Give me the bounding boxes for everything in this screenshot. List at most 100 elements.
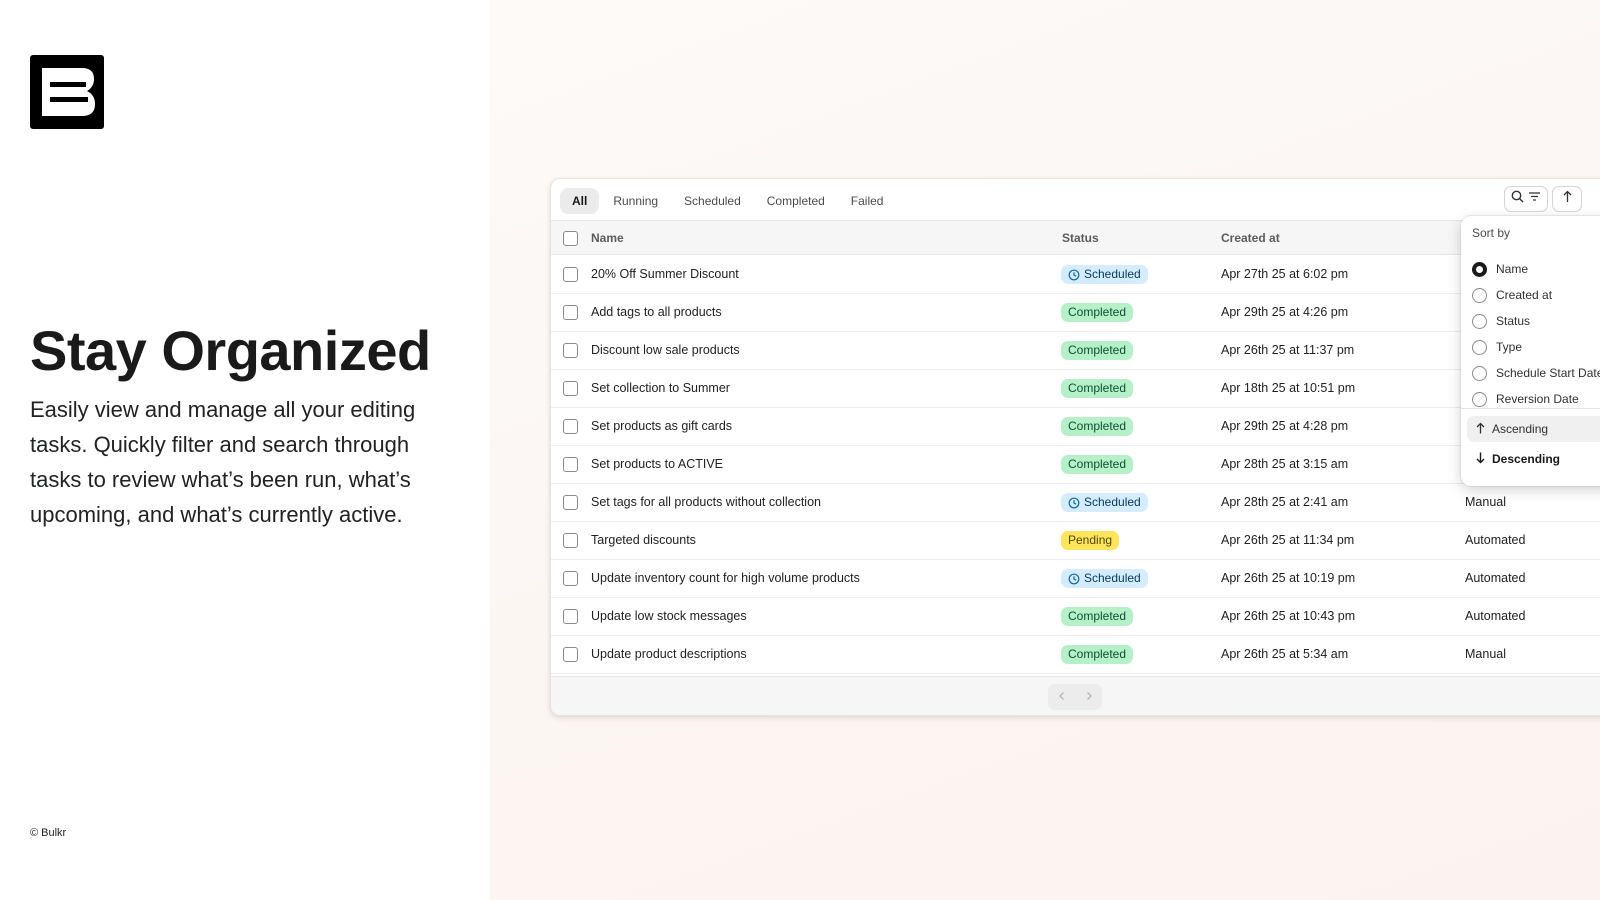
chevron-right-icon [1084,688,1094,706]
table-row[interactable]: Targeted discounts Pending Apr 26th 25 at … [551,522,1600,560]
status-badge: Completed [1061,341,1134,360]
status-badge: Scheduled [1061,493,1148,512]
created-at-value: Apr 18th 25 at 10:51 pm [1221,381,1356,395]
sort-arrow-icon [1561,190,1574,208]
clock-icon [1068,573,1080,585]
status-badge: Pending [1061,531,1120,550]
hero-description: Easily view and manage all your editing … [30,397,416,527]
status-label: Scheduled [1084,571,1141,585]
sort-by-label: Sort by [1472,226,1511,240]
pagination [1048,684,1102,710]
radio-status[interactable] [1472,313,1487,329]
column-created-at[interactable]: Created at [1221,221,1280,256]
sort-option-type[interactable]: Type [1472,337,1522,357]
row-checkbox[interactable] [563,609,578,624]
status-badge: Completed [1061,607,1134,626]
divider [1461,408,1600,409]
task-type-value: Automated [1465,533,1526,547]
radio-type[interactable] [1472,339,1487,355]
row-checkbox[interactable] [563,647,578,662]
radio-name[interactable] [1472,261,1487,277]
task-name[interactable]: Discount low sale products [591,343,740,357]
column-status[interactable]: Status [1062,221,1099,256]
sort-option-label: Type [1496,340,1523,354]
sort-option-label: Status [1496,314,1531,328]
table-row[interactable]: Set products as gift cards Completed Apr 2… [551,408,1600,446]
arrow-up-icon [1475,422,1486,437]
sort-ascending-label: Ascending [1492,422,1549,436]
status-badge: Completed [1061,303,1134,322]
status-label: Completed [1068,457,1127,471]
task-name[interactable]: Update product descriptions [591,647,747,661]
table-row[interactable]: Discount low sale products Completed Apr 2… [551,332,1600,370]
row-checkbox[interactable] [563,419,578,434]
sort-option-schedule-start-date[interactable]: Schedule Start Date [1472,363,1600,383]
table-row[interactable]: Set tags for all products without collec… [551,484,1600,522]
sort-option-reversion-date[interactable]: Reversion Date [1472,389,1579,409]
radio-schedule-start-date[interactable] [1472,365,1487,381]
status-badge: Completed [1061,645,1134,664]
created-at-value: Apr 26th 25 at 5:34 am [1221,647,1349,661]
task-name[interactable]: Set collection to Summer [591,381,730,395]
bulkr-logo [30,55,104,129]
sort-option-label: Reversion Date [1496,392,1579,406]
row-checkbox[interactable] [563,457,578,472]
table-row[interactable]: Add tags to all products Completed Apr 29t… [551,294,1600,332]
radio-reversion-date[interactable] [1472,391,1487,407]
row-checkbox[interactable] [563,495,578,510]
hero-section: Stay Organized Easily view and manage al… [0,0,490,900]
sort-button[interactable] [1552,186,1582,212]
tab-all[interactable]: All [560,188,600,214]
row-checkbox[interactable] [563,533,578,548]
next-page-button[interactable] [1075,684,1102,710]
task-name[interactable]: Set products as gift cards [591,419,732,433]
status-badge: Completed [1061,455,1134,474]
status-label: Completed [1068,647,1127,661]
prev-page-button[interactable] [1048,684,1075,710]
radio-created-at[interactable] [1472,287,1487,303]
table-row[interactable]: Set products to ACTIVE Completed Apr 28th … [551,446,1600,484]
sort-option-status[interactable]: Status [1472,311,1530,331]
tab-running[interactable]: Running [601,188,670,214]
tasks-panel: All Running Scheduled Completed Failed N… [550,178,1600,716]
sort-descending-button[interactable]: Descending [1467,446,1600,472]
arrow-down-icon [1475,452,1486,467]
created-at-value: Apr 26th 25 at 11:34 pm [1221,533,1355,547]
sort-option-name[interactable]: Name [1472,259,1528,279]
column-name[interactable]: Name [591,221,624,256]
status-label: Scheduled [1084,267,1141,281]
status-label: Scheduled [1084,495,1141,509]
task-name[interactable]: 20% Off Summer Discount [591,267,739,281]
table-row[interactable]: Update inventory count for high volume p… [551,560,1600,598]
search-filter-button[interactable] [1504,186,1548,212]
row-checkbox[interactable] [563,571,578,586]
task-name[interactable]: Set tags for all products without collec… [591,495,821,509]
tab-failed[interactable]: Failed [839,188,896,214]
sort-option-label: Schedule Start Date [1496,366,1600,380]
sort-ascending-button[interactable]: Ascending [1467,416,1600,442]
task-name[interactable]: Update inventory count for high volume p… [591,571,860,585]
task-name[interactable]: Update low stock messages [591,609,747,623]
row-checkbox[interactable] [563,305,578,320]
task-type-value: Automated [1465,571,1526,585]
task-name[interactable]: Set products to ACTIVE [591,457,723,471]
row-checkbox[interactable] [563,343,578,358]
table-row[interactable]: Update product descriptions Completed Apr … [551,636,1600,674]
status-label: Completed [1068,381,1127,395]
table-row[interactable]: Set collection to Summer Completed Apr 18t… [551,370,1600,408]
status-badge: Completed [1061,417,1134,436]
row-checkbox[interactable] [563,381,578,396]
hero-title: Stay Organized [30,319,431,382]
task-type-value: Automated [1465,609,1526,623]
select-all-checkbox[interactable] [563,231,578,246]
tab-completed[interactable]: Completed [755,188,837,214]
sort-option-created-at[interactable]: Created at [1472,285,1552,305]
row-checkbox[interactable] [563,267,578,282]
status-label: Pending [1068,533,1113,547]
task-name[interactable]: Targeted discounts [591,533,696,547]
table-row[interactable]: Update low stock messages Completed Apr 26… [551,598,1600,636]
table-header: Name Status Created at [551,220,1600,255]
tab-scheduled[interactable]: Scheduled [672,188,753,214]
table-row[interactable]: 20% Off Summer Discount Scheduled Apr 27th… [551,256,1600,294]
task-name[interactable]: Add tags to all products [591,305,722,319]
